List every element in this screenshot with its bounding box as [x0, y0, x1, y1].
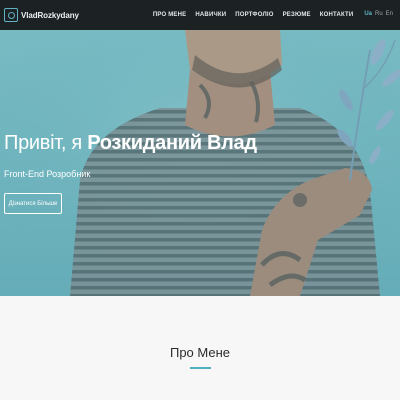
- hero-overlay: [0, 30, 400, 296]
- hero-name: Розкиданий Влад: [87, 132, 257, 154]
- nav-item-portfolio[interactable]: Портфоліо: [235, 12, 273, 18]
- about-title-underline: [190, 367, 211, 369]
- hero-title: Привіт, я Розкиданий Влад: [4, 132, 257, 155]
- camera-icon: [4, 8, 18, 22]
- about-title: Про Мене: [169, 345, 231, 360]
- nav-item-about[interactable]: Про мене: [153, 12, 187, 18]
- nav-item-contacts[interactable]: Контакти: [320, 12, 354, 18]
- learn-more-button[interactable]: Дізнатися Більше: [4, 193, 62, 214]
- about-section: Про Мене: [0, 296, 400, 400]
- nav-item-skills[interactable]: Навички: [195, 12, 226, 18]
- hero-greeting: Привіт, я: [4, 132, 88, 154]
- brand[interactable]: VladRozkydany: [4, 0, 79, 30]
- language-switcher: Ua Ru En: [361, 11, 393, 17]
- brand-name: VladRozkydany: [21, 10, 79, 20]
- lang-en[interactable]: En: [386, 11, 393, 17]
- lang-ru[interactable]: Ru: [375, 11, 383, 17]
- top-navbar: VladRozkydany Про мене Навички Портфоліо…: [0, 0, 400, 30]
- nav-item-resume[interactable]: Резюме: [283, 12, 311, 18]
- nav-menu: Про мене Навички Портфоліо Резюме Контак…: [153, 12, 363, 18]
- hero-subtitle: Front-End Розробник: [4, 169, 91, 179]
- hero-section: Привіт, я Розкиданий Влад Front-End Розр…: [0, 30, 400, 296]
- lang-ua[interactable]: Ua: [364, 11, 372, 17]
